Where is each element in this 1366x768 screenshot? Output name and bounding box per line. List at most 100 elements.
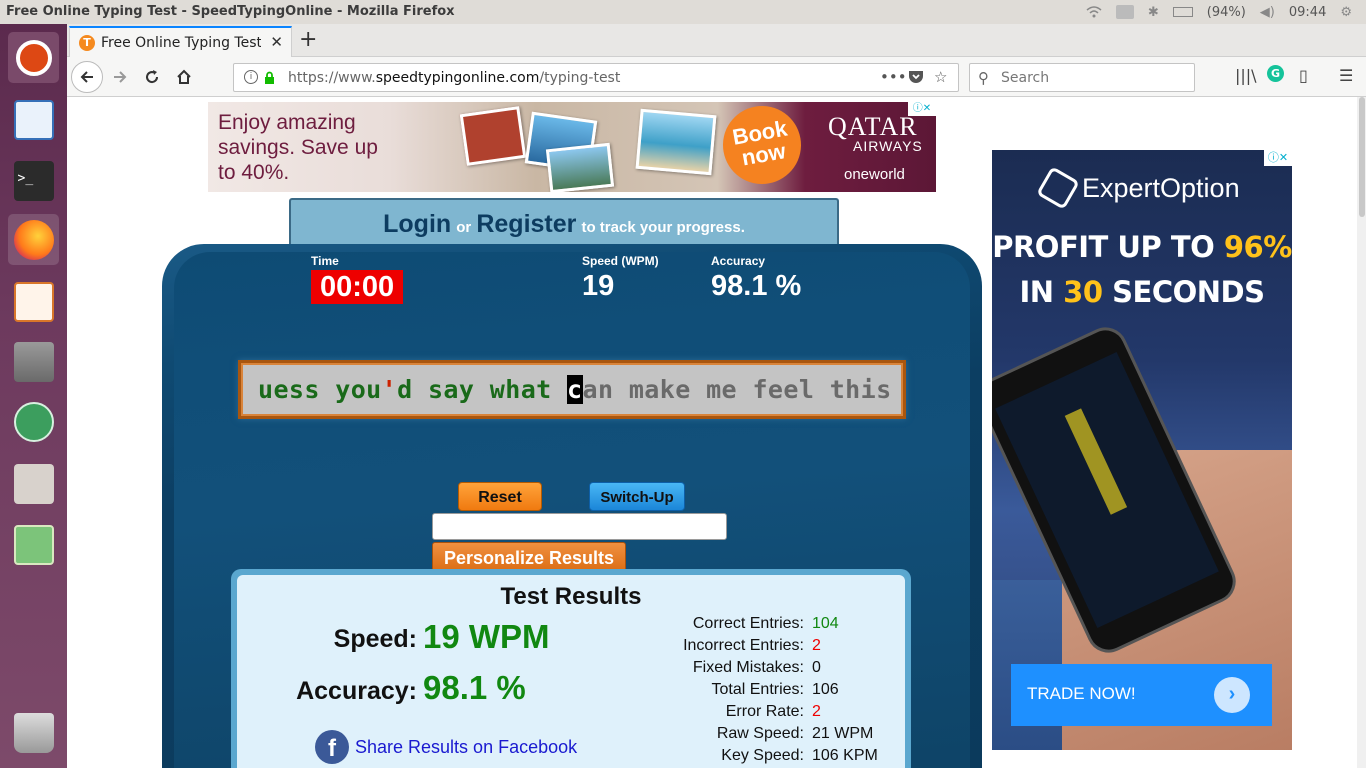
power-icon[interactable]: ⚙ (1340, 5, 1352, 20)
error-char: ' (381, 375, 398, 404)
back-button[interactable] (71, 61, 103, 93)
page-content: Enjoy amazing savings. Save up to 40%. B… (67, 97, 1357, 768)
detail-value: 0 (812, 659, 821, 676)
terminal-icon[interactable]: >_ (8, 155, 59, 206)
result-speed-value: 19 WPM (423, 618, 550, 655)
arrow-right-icon: › (1214, 677, 1250, 713)
register-link[interactable]: Register (476, 210, 576, 238)
nav-bar: i https://www.speedtypingonline.com/typi… (67, 57, 1366, 97)
detail-label: Total Entries: (711, 681, 804, 698)
bookmark-star-icon[interactable]: ☆ (934, 68, 947, 86)
qatar-airways-banner-ad[interactable]: Enjoy amazing savings. Save up to 40%. B… (208, 102, 936, 192)
detail-label: Key Speed: (721, 747, 804, 764)
bluetooth-icon[interactable]: ✱ (1148, 5, 1159, 20)
results-inner: Test Results Speed: 19 WPM Accuracy: 98.… (237, 575, 905, 768)
library-icon[interactable]: |||\ (1235, 66, 1257, 85)
new-tab-button[interactable]: + (299, 27, 317, 52)
close-tab-icon[interactable]: ✕ (270, 33, 283, 51)
facebook-icon: f (315, 730, 349, 764)
detail-value: 106 KPM (812, 747, 878, 764)
result-accuracy-value: 98.1 % (423, 669, 526, 706)
reload-button[interactable] (137, 63, 167, 91)
image-viewer-icon[interactable] (8, 519, 59, 570)
result-speed-label: Speed: (333, 625, 417, 653)
ubuntu-launcher: >_ (0, 24, 67, 768)
volume-icon[interactable]: ◀) (1260, 5, 1275, 20)
lock-icon[interactable] (264, 70, 275, 84)
or-text: or (456, 219, 472, 236)
firefox-icon[interactable] (8, 214, 59, 265)
impress-icon[interactable] (8, 276, 59, 327)
gift-image (459, 106, 527, 166)
sidebar-icon[interactable]: ▯ (1299, 66, 1308, 85)
clock[interactable]: 09:44 (1289, 5, 1326, 20)
ad-choices-icon[interactable]: ⓘ✕ (908, 102, 936, 116)
detail-label: Incorrect Entries: (683, 637, 804, 654)
share-facebook-link[interactable]: f Share Results on Facebook (315, 730, 577, 764)
search-bar[interactable]: ⚲ Search (969, 63, 1195, 92)
writer-icon[interactable] (8, 94, 59, 145)
page-scrollbar[interactable] (1357, 97, 1366, 768)
site-favicon-icon: T (79, 35, 95, 51)
mixer-icon[interactable] (8, 458, 59, 509)
book-now-button[interactable]: Book now (716, 102, 808, 191)
expertoption-side-ad[interactable]: ExpertOption PROFIT UP TO 96% IN 30 SECO… (992, 150, 1292, 750)
trash-icon[interactable] (8, 707, 59, 758)
files-icon[interactable] (8, 336, 59, 387)
menu-icon[interactable]: ☰ (1339, 66, 1353, 85)
typing-input[interactable] (432, 513, 727, 540)
page-actions-icon[interactable]: ••• (880, 68, 907, 86)
system-tray: ✱ (94%) ◀) 09:44 ⚙ (1086, 0, 1366, 24)
detail-value: 104 (812, 615, 839, 632)
wifi-icon[interactable] (1086, 6, 1102, 18)
typed-text-2: d say what (397, 375, 568, 404)
reset-button[interactable]: Reset (458, 482, 542, 511)
search-placeholder: Search (1001, 70, 1050, 86)
info-icon[interactable]: i (244, 70, 258, 84)
typing-text-box[interactable]: uess you'd say what can make me feel thi… (238, 360, 906, 419)
airways-text: AIRWAYS (853, 138, 923, 154)
atom-icon[interactable] (8, 396, 59, 447)
url-bar[interactable]: i https://www.speedtypingonline.com/typi… (233, 63, 959, 92)
detail-label: Raw Speed: (716, 725, 804, 742)
ad-choices-icon[interactable]: ⓘ✕ (1264, 150, 1292, 166)
ubuntu-icon[interactable] (8, 32, 59, 83)
detail-value: 2 (812, 637, 821, 654)
accuracy-value: 98.1 % (711, 270, 802, 302)
expertoption-logo: ExpertOption (1036, 166, 1240, 210)
detail-label: Correct Entries: (692, 615, 804, 632)
url-text: https://www.speedtypingonline.com/typing… (288, 70, 621, 86)
ad-headline: PROFIT UP TO 96% IN 30 SECONDS (992, 230, 1292, 309)
login-link[interactable]: Login (383, 210, 451, 238)
track-progress-text: to track your progress. (581, 219, 745, 236)
keyboard-icon[interactable] (1115, 5, 1134, 19)
test-results-panel: Test Results Speed: 19 WPM Accuracy: 98.… (231, 569, 911, 768)
window-title: Free Online Typing Test - SpeedTypingOnl… (6, 4, 455, 19)
share-facebook-text: Share Results on Facebook (355, 736, 578, 757)
time-label: Time (311, 254, 339, 268)
detail-value: 106 (812, 681, 839, 698)
timer-value: 00:00 (311, 270, 404, 304)
typed-text: uess you (258, 375, 382, 404)
pocket-icon[interactable] (908, 70, 924, 88)
resort-photo (635, 108, 717, 176)
grammarly-icon[interactable]: G (1267, 65, 1284, 82)
tab-typing-test[interactable]: T Free Online Typing Test - SpeedTypingO… (69, 26, 292, 57)
search-icon: ⚲ (978, 69, 989, 87)
detail-value: 21 WPM (812, 725, 874, 742)
speed-label: Speed (WPM) (582, 254, 659, 268)
oneworld-logo: oneworld (844, 166, 905, 183)
forward-button[interactable] (105, 63, 135, 91)
ad-savings-text: Enjoy amazing savings. Save up to 40%. (218, 111, 378, 184)
login-register-box: Login or Register to track your progress… (289, 198, 839, 246)
detail-label: Fixed Mistakes: (692, 659, 804, 676)
tab-bar: T Free Online Typing Test - SpeedTypingO… (67, 24, 1366, 57)
home-button[interactable] (169, 63, 199, 91)
scrollbar-thumb[interactable] (1359, 97, 1365, 217)
battery-icon[interactable] (1172, 7, 1193, 17)
speed-value: 19 (582, 270, 615, 302)
tab-title: Free Online Typing Test - SpeedTypingOnl… (101, 35, 261, 51)
trade-now-button[interactable]: TRADE NOW! › (1011, 664, 1272, 726)
os-top-bar: Free Online Typing Test - SpeedTypingOnl… (0, 0, 1366, 24)
switch-up-button[interactable]: Switch-Up (589, 482, 685, 511)
